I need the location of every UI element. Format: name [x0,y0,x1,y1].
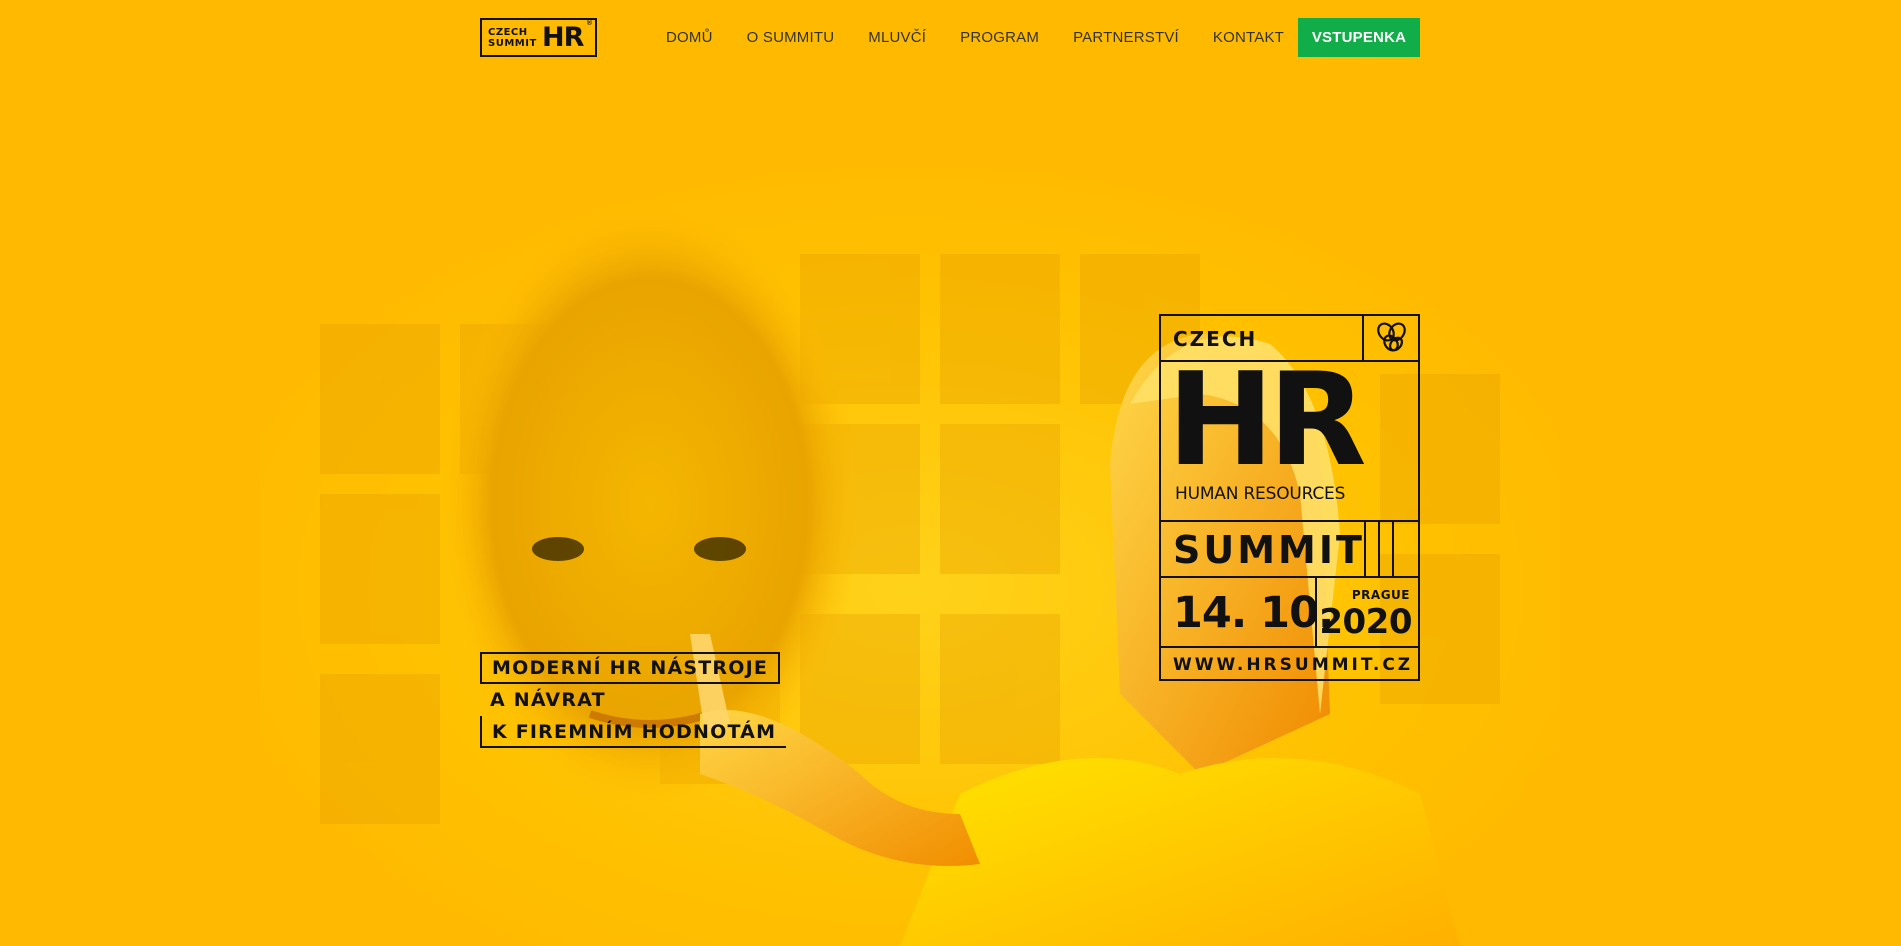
badge-date-row: 14. 10. PRAGUE 2020 [1161,578,1418,648]
site-logo[interactable]: CZECH SUMMIT HR ® [480,18,597,57]
logo-line-2: SUMMIT [488,37,537,49]
badge-date: 14. 10. [1173,588,1334,638]
badge-bars [1364,522,1404,576]
logo-line-1: CZECH [488,26,528,38]
hero-image [260,154,1560,946]
event-badge: CZECH HR HUMAN RESOURCES SUMMIT 14. 10. [1159,314,1420,681]
badge-hr: HR [1167,346,1367,495]
nav-item-o-summitu[interactable]: O SUMMITU [747,29,835,46]
left-eye [532,537,584,561]
nav-item-program[interactable]: PROGRAM [960,29,1039,46]
hero-tagline: MODERNÍ HR NÁSTROJE A NÁVRAT K FIREMNÍM … [480,652,787,748]
nav-item-kontakt[interactable]: KONTAKT [1213,29,1284,46]
badge-summit: SUMMIT [1173,528,1365,572]
nav-item-mluvci[interactable]: MLUVČÍ [868,29,926,46]
badge-city: PRAGUE [1351,588,1410,602]
site-header: CZECH SUMMIT HR ® DOMŮ O SUMMITU MLUVČÍ … [0,0,1901,74]
woman-jacket [900,758,1460,946]
nav-item-partnerstvi[interactable]: PARTNERSTVÍ [1073,29,1179,46]
bee-icon [1362,316,1418,360]
tagline-line-1: MODERNÍ HR NÁSTROJE [480,652,781,684]
badge-year: 2020 [1319,602,1412,642]
nav-item-domu[interactable]: DOMŮ [666,29,713,46]
ticket-button[interactable]: VSTUPENKA [1298,18,1420,57]
logo-mark: HR [542,22,584,53]
right-eye [694,537,746,561]
main-nav: DOMŮ O SUMMITU MLUVČÍ PROGRAM PARTNERSTV… [666,18,1318,57]
badge-hr-subtitle: HUMAN RESOURCES [1175,484,1346,504]
badge-hr-row: HR HUMAN RESOURCES [1161,356,1418,522]
logo-registered-mark: ® [586,20,592,27]
logo-wordmark: CZECH SUMMIT [488,27,538,49]
badge-website: WWW.HRSUMMIT.CZ [1173,655,1414,675]
tagline-line-2: A NÁVRAT [490,689,606,711]
badge-date-divider [1315,578,1317,646]
hero-section: MODERNÍ HR NÁSTROJE A NÁVRAT K FIREMNÍM … [0,74,1901,946]
tagline-line-3: K FIREMNÍM HODNOTÁM [480,716,787,748]
badge-summit-row: SUMMIT [1161,522,1418,578]
